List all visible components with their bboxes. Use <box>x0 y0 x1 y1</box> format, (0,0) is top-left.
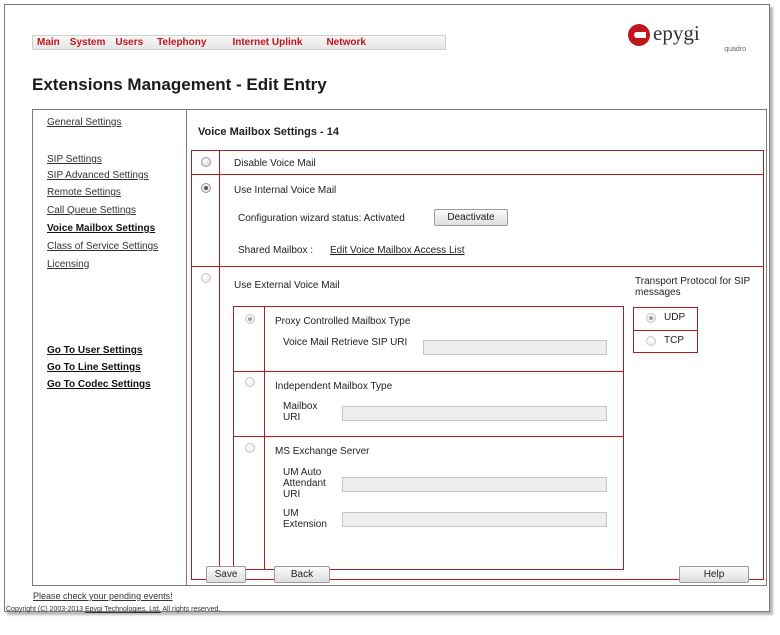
tcp-radio[interactable] <box>646 336 656 346</box>
internal-voicemail-radio[interactable] <box>201 183 211 193</box>
epygi-logo: epygi quadro <box>628 21 750 54</box>
nav-network[interactable]: Network <box>326 37 365 48</box>
logo-brand: epygi <box>653 21 700 45</box>
top-nav: Main System Users Telephony Internet Upl… <box>32 35 446 50</box>
copyright-prefix: Copyright (C) 2003-2013 <box>6 606 84 613</box>
transport-protocol-label: Transport Protocol for SIP messages <box>635 276 751 298</box>
independent-mailbox-radio[interactable] <box>245 377 255 387</box>
um-auto-attendant-input[interactable] <box>342 477 607 492</box>
options-radio-column <box>219 150 220 580</box>
mailbox-divider-1 <box>233 371 624 372</box>
nav-users[interactable]: Users <box>115 37 143 48</box>
mailbox-uri-input[interactable] <box>342 406 607 421</box>
ms-exchange-label: MS Exchange Server <box>275 446 370 457</box>
pending-events-text[interactable]: Please check your pending events! <box>33 591 173 601</box>
nav-internet-uplink[interactable]: Internet Uplink <box>232 37 302 48</box>
wizard-status-label: Configuration wizard status: Activated <box>238 213 405 224</box>
shared-mailbox-label: Shared Mailbox : <box>238 245 314 256</box>
nav-main[interactable]: Main <box>37 37 60 48</box>
independent-mailbox-label: Independent Mailbox Type <box>275 381 393 392</box>
transport-divider <box>633 330 698 331</box>
sidebar-item-class-of-service-settings[interactable]: Class of Service Settings <box>47 241 158 252</box>
um-auto-attendant-label: UM Auto Attendant URI <box>283 467 326 500</box>
row-divider-2 <box>191 266 764 267</box>
internal-voicemail-label: Use Internal Voice Mail <box>234 185 337 196</box>
um-extension-label: UM Extension <box>283 508 327 530</box>
udp-label: UDP <box>664 312 686 323</box>
mailbox-types-radio-column <box>264 306 265 570</box>
mailbox-uri-label: Mailbox URI <box>283 401 318 423</box>
disable-voicemail-label: Disable Voice Mail <box>234 158 316 169</box>
sidebar-divider <box>186 109 187 586</box>
deactivate-button[interactable]: Deactivate <box>434 209 508 226</box>
copyright-suffix: All rights reserved. <box>162 606 221 613</box>
sidebar-item-call-queue-settings[interactable]: Call Queue Settings <box>47 205 136 216</box>
tcp-label: TCP <box>664 335 684 346</box>
logo-sub: quadro <box>724 46 746 53</box>
mailbox-divider-2 <box>233 436 624 437</box>
pending-events-link[interactable]: Please check your pending events! <box>33 591 173 601</box>
um-extension-input[interactable] <box>342 512 607 527</box>
goto-user-settings[interactable]: Go To User Settings <box>47 345 142 356</box>
company-link[interactable]: Epygi Technologies, Ltd. <box>85 606 161 613</box>
retrieve-uri-label: Voice Mail Retrieve SIP URI <box>283 337 408 348</box>
sidebar-item-general-settings[interactable]: General Settings <box>47 117 122 128</box>
goto-codec-settings[interactable]: Go To Codec Settings <box>47 379 151 390</box>
proxy-mailbox-label: Proxy Controlled Mailbox Type <box>275 316 411 327</box>
udp-radio[interactable] <box>646 313 656 323</box>
help-button[interactable]: Help <box>679 566 749 583</box>
external-voicemail-label: Use External Voice Mail <box>234 280 340 291</box>
nav-system[interactable]: System <box>70 37 106 48</box>
section-title: Voice Mailbox Settings - 14 <box>198 126 339 138</box>
copyright: Copyright (C) 2003-2013 Epygi Technologi… <box>6 606 220 613</box>
proxy-mailbox-radio[interactable] <box>245 314 255 324</box>
save-button[interactable]: Save <box>206 566 246 583</box>
epygi-logo-mark-icon <box>628 24 650 46</box>
sidebar-item-voice-mailbox-settings[interactable]: Voice Mailbox Settings <box>47 223 155 234</box>
sidebar-item-licensing[interactable]: Licensing <box>47 259 89 270</box>
sidebar-item-sip-settings[interactable]: SIP Settings <box>47 154 102 165</box>
sidebar-item-sip-advanced-settings[interactable]: SIP Advanced Settings <box>47 170 149 181</box>
page-title: Extensions Management - Edit Entry <box>32 75 327 94</box>
goto-line-settings[interactable]: Go To Line Settings <box>47 362 141 373</box>
retrieve-uri-input[interactable] <box>423 340 607 355</box>
back-button[interactable]: Back <box>274 566 330 583</box>
row-divider-1 <box>191 174 764 175</box>
disable-voicemail-radio[interactable] <box>201 157 211 167</box>
external-voicemail-radio[interactable] <box>201 273 211 283</box>
sidebar-item-remote-settings[interactable]: Remote Settings <box>47 187 121 198</box>
edit-access-list-link[interactable]: Edit Voice Mailbox Access List <box>330 245 465 256</box>
nav-telephony[interactable]: Telephony <box>157 37 206 48</box>
ms-exchange-radio[interactable] <box>245 443 255 453</box>
